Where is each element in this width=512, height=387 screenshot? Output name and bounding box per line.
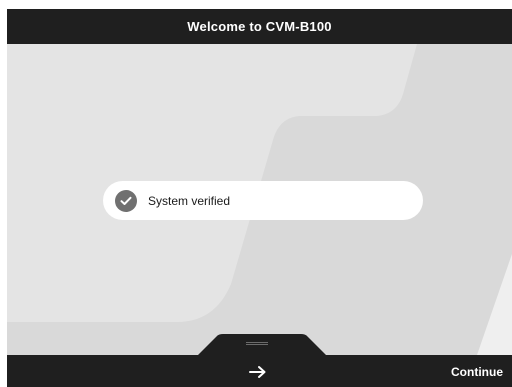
screen: Welcome to CVM-B100 System verified Cont… — [0, 0, 512, 387]
page-title: Welcome to CVM-B100 — [187, 19, 332, 34]
check-circle-icon — [115, 189, 137, 212]
background-strip-right — [477, 254, 512, 355]
device-display: Welcome to CVM-B100 System verified Cont… — [7, 9, 512, 387]
status-text: System verified — [148, 193, 231, 208]
header-bar: Welcome to CVM-B100 — [7, 9, 512, 44]
continue-button[interactable]: Continue — [451, 365, 503, 379]
footer-tab — [197, 334, 327, 356]
arrow-right-icon[interactable] — [245, 359, 271, 385]
status-message: System verified — [103, 181, 423, 220]
drag-handle[interactable] — [246, 342, 268, 345]
